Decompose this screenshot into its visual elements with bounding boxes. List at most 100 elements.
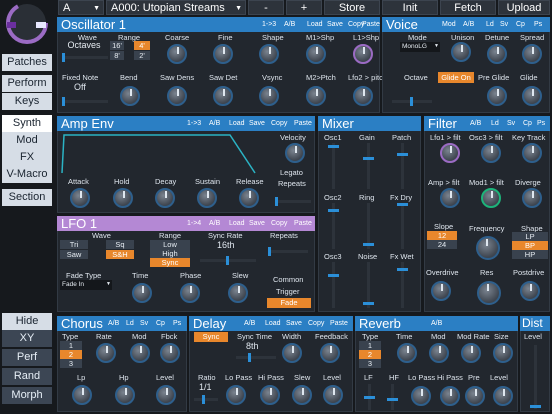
unison-knob[interactable] <box>451 42 471 62</box>
frequency-knob[interactable] <box>476 236 500 260</box>
slew-knob[interactable] <box>228 283 248 303</box>
patch-select[interactable]: A000: Utopian Streams ▼ <box>106 0 246 15</box>
filter-ld[interactable]: Ld <box>491 116 499 131</box>
delay-level-knob[interactable] <box>323 385 343 405</box>
attack-knob[interactable] <box>70 188 90 208</box>
osc-load[interactable]: Load <box>307 17 323 32</box>
reverb-ab[interactable]: A/B <box>431 316 442 331</box>
gain-fader[interactable] <box>363 143 374 189</box>
range-high[interactable]: High <box>150 249 190 258</box>
range-4[interactable]: 4' <box>134 41 150 50</box>
amp-envelope-graph[interactable] <box>60 131 268 175</box>
slope-12[interactable]: 12 <box>427 231 457 240</box>
chorus-ld[interactable]: Ld <box>126 316 134 331</box>
reverb-lf-fader[interactable] <box>364 384 375 410</box>
release-knob[interactable] <box>239 188 259 208</box>
fetch-button[interactable]: Fetch <box>440 0 496 15</box>
chorus-lp-knob[interactable] <box>72 385 92 405</box>
fxwet-fader[interactable] <box>397 262 408 308</box>
chorus-ps[interactable]: Ps <box>173 316 181 331</box>
upload-button[interactable]: Upload <box>498 0 550 15</box>
vsync-knob[interactable] <box>259 86 279 106</box>
range-low[interactable]: Low <box>150 240 190 249</box>
voice-mod[interactable]: Mod <box>442 17 456 32</box>
noise-fader[interactable] <box>363 262 374 308</box>
osc2-fader[interactable] <box>328 203 339 249</box>
hide-button[interactable]: Hide <box>2 313 52 330</box>
lfo-load[interactable]: Load <box>229 216 245 231</box>
voice-ld[interactable]: Ld <box>486 17 494 32</box>
mod1-filt-knob[interactable] <box>481 188 501 208</box>
reverb-type-3[interactable]: 3 <box>359 359 381 368</box>
prev-patch-button[interactable]: - <box>248 0 284 15</box>
lfo-repeats-slider[interactable] <box>268 247 308 256</box>
chorus-level-knob[interactable] <box>156 385 176 405</box>
chorus-hp-knob[interactable] <box>115 385 135 405</box>
overdrive-knob[interactable] <box>431 281 451 301</box>
chorus-cp[interactable]: Cp <box>156 316 165 331</box>
chorus-type-1[interactable]: 1 <box>60 341 82 350</box>
lfo-paste[interactable]: Paste <box>294 216 312 231</box>
osc1-fader[interactable] <box>328 143 339 189</box>
delay-paste[interactable]: Paste <box>330 316 348 331</box>
osc-wave-value[interactable]: Octaves <box>60 41 108 51</box>
voice-cp[interactable]: Cp <box>516 17 525 32</box>
mod-button[interactable]: Mod <box>2 132 52 149</box>
filter-sv[interactable]: Sv <box>507 116 515 131</box>
chorus-sv[interactable]: Sv <box>140 316 148 331</box>
sync-time-value[interactable]: 8th <box>246 341 259 351</box>
res-knob[interactable] <box>477 281 501 305</box>
delay-width-knob[interactable] <box>282 343 302 363</box>
decay-knob[interactable] <box>155 188 175 208</box>
voice-ab[interactable]: A/B <box>463 17 474 32</box>
ratio-slider[interactable] <box>194 395 218 404</box>
voice-sv[interactable]: Sv <box>500 17 508 32</box>
mode-select[interactable]: MonoLG ▼ <box>400 42 440 52</box>
osc-ab[interactable]: A/B <box>284 17 295 32</box>
fine-knob[interactable] <box>213 44 233 64</box>
phase-knob[interactable] <box>180 283 200 303</box>
amp-ab[interactable]: A/B <box>209 116 220 131</box>
ratio-value[interactable]: 1/1 <box>199 382 212 392</box>
glide-on-toggle[interactable]: Glide On <box>438 72 474 83</box>
amp-1-3[interactable]: 1->3 <box>187 116 201 131</box>
shape-knob[interactable] <box>259 44 279 64</box>
range-sync[interactable]: Sync <box>150 258 190 267</box>
init-button[interactable]: Init <box>382 0 438 15</box>
bank-select[interactable]: A ▼ <box>58 0 104 15</box>
sync-rate-value[interactable]: 16th <box>217 240 235 250</box>
reverb-type-1[interactable]: 1 <box>359 341 381 350</box>
amp-copy[interactable]: Copy <box>271 116 287 131</box>
lfo-copy[interactable]: Copy <box>271 216 287 231</box>
lfo1-filt-knob[interactable] <box>440 143 460 163</box>
wave-slider[interactable] <box>62 53 108 62</box>
lfo2-pitch-knob[interactable] <box>353 86 373 106</box>
octave-slider[interactable] <box>392 97 432 106</box>
wave-tri[interactable]: Tri <box>60 240 88 249</box>
fade-time-knob[interactable] <box>132 283 152 303</box>
osc-copy-1-3[interactable]: 1->3 <box>262 17 276 32</box>
xy-button[interactable]: XY <box>2 330 52 347</box>
ring-fader[interactable] <box>363 203 374 249</box>
lfo-ab[interactable]: A/B <box>209 216 220 231</box>
reverb-modrate-knob[interactable] <box>461 343 481 363</box>
lfo-save[interactable]: Save <box>249 216 265 231</box>
reverb-mod-knob[interactable] <box>429 343 449 363</box>
sync-rate-slider[interactable] <box>200 256 256 265</box>
delay-ab[interactable]: A/B <box>244 316 255 331</box>
fx-button[interactable]: FX <box>2 149 52 166</box>
delay-copy[interactable]: Copy <box>308 316 324 331</box>
legato-toggle[interactable]: Legato <box>280 168 303 177</box>
delay-load[interactable]: Load <box>265 316 281 331</box>
shape-hp[interactable]: HP <box>512 250 548 259</box>
reverb-hf-fader[interactable] <box>387 384 398 410</box>
shape-lp[interactable]: LP <box>512 232 548 241</box>
fixed-note-value[interactable]: Off <box>74 82 86 92</box>
osc-save[interactable]: Save <box>327 17 343 32</box>
dist-level-fader[interactable] <box>530 345 541 409</box>
reverb-hipass-knob[interactable] <box>440 386 460 406</box>
wave-saw[interactable]: Saw <box>60 250 88 259</box>
m1shp-knob[interactable] <box>306 44 326 64</box>
sync-time-slider[interactable] <box>236 353 276 362</box>
chorus-ab[interactable]: A/B <box>108 316 119 331</box>
